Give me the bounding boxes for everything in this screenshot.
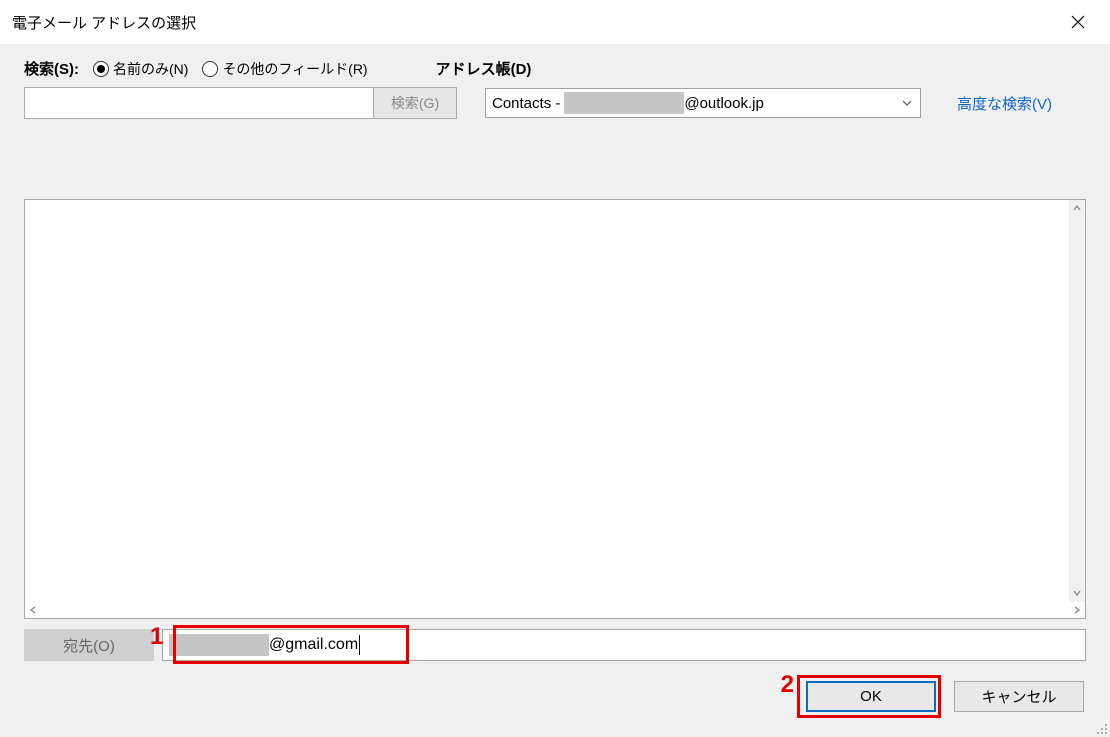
- text-caret: [359, 635, 360, 655]
- recipient-row: 宛先(O) @gmail.com 1: [0, 619, 1110, 661]
- ok-button[interactable]: OK: [806, 681, 936, 712]
- search-label-row: 検索(S): 名前のみ(N) その他のフィールド(R) アドレス帳(D): [0, 44, 1110, 85]
- search-input[interactable]: [24, 87, 373, 119]
- radio-other-fields[interactable]: その他のフィールド(R): [202, 59, 367, 79]
- chevron-down-icon: [902, 100, 912, 106]
- titlebar: 電子メール アドレスの選択: [0, 0, 1110, 44]
- scroll-right-icon[interactable]: [1072, 605, 1082, 615]
- search-input-row: 検索(G) Contacts - @outlook.jp 高度な検索(V): [0, 85, 1110, 129]
- to-redacted: [169, 634, 269, 656]
- contact-list[interactable]: [24, 199, 1086, 619]
- advanced-search-link[interactable]: 高度な検索(V): [957, 93, 1052, 114]
- scroll-up-icon[interactable]: [1072, 203, 1082, 213]
- annotation-2: 2: [781, 671, 794, 699]
- addressbook-select[interactable]: Contacts - @outlook.jp: [485, 88, 921, 118]
- to-button[interactable]: 宛先(O): [24, 629, 154, 661]
- cancel-button[interactable]: キャンセル: [954, 681, 1084, 712]
- contact-list-wrap: [24, 199, 1086, 619]
- radio-name-only[interactable]: 名前のみ(N): [93, 59, 188, 79]
- search-go-button[interactable]: 検索(G): [373, 87, 457, 119]
- radio-other-fields-label: その他のフィールド(R): [222, 59, 367, 79]
- scroll-left-icon[interactable]: [28, 605, 38, 615]
- scroll-down-icon[interactable]: [1072, 588, 1082, 598]
- close-button[interactable]: [1058, 2, 1098, 42]
- radio-icon: [202, 61, 218, 77]
- to-email-suffix: @gmail.com: [269, 636, 358, 654]
- search-label: 検索(S):: [24, 58, 79, 79]
- close-icon: [1071, 15, 1085, 29]
- addressbook-prefix: Contacts -: [492, 95, 560, 112]
- dialog-title: 電子メール アドレスの選択: [12, 12, 196, 33]
- addressbook-suffix: @outlook.jp: [684, 95, 763, 112]
- to-input[interactable]: @gmail.com: [162, 629, 1086, 661]
- addressbook-redacted: [564, 92, 684, 114]
- radio-icon: [93, 61, 109, 77]
- resize-grip-icon[interactable]: [1096, 723, 1108, 735]
- addressbook-label: アドレス帳(D): [436, 58, 532, 79]
- radio-name-only-label: 名前のみ(N): [113, 59, 188, 79]
- dialog-button-row: OK キャンセル 2: [0, 661, 1110, 712]
